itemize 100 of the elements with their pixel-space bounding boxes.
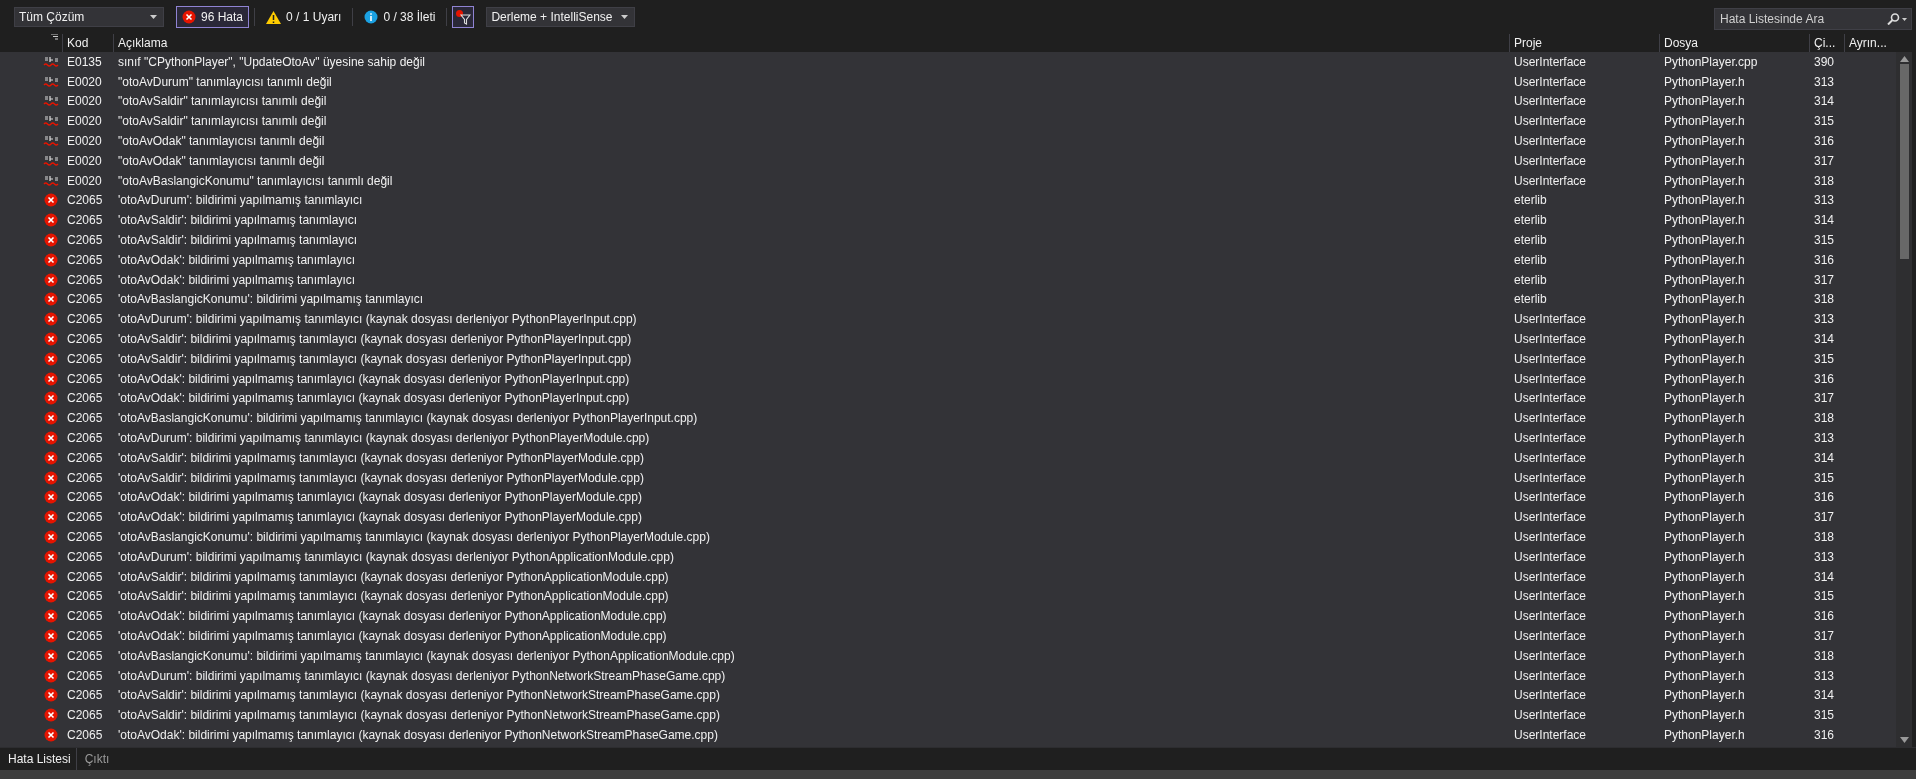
project-cell-text: UserInterface [1513, 312, 1588, 327]
error-description: 'otoAvBaslangicKonumu': bildirimi yapılmamış tanımlayıcı (kaynak dosyası derleniyor PythonPlayerModule.cpp) [117, 530, 711, 544]
file-cell-text: PythonPlayer.h [1663, 252, 1746, 267]
file-cell-text: PythonPlayer.h [1663, 391, 1746, 406]
file-cell-text: PythonPlayer.h [1663, 609, 1746, 624]
error-code: C2065 [66, 688, 104, 703]
project-cell-text: UserInterface [1513, 450, 1588, 465]
error-description: 'otoAvSaldir': bildirimi yapılmamış tanımlayıcı (kaynak dosyası derleniyor PythonApplicationModule.cpp) [117, 569, 670, 584]
error-code: C2065 [66, 708, 104, 723]
intellisense-icon [43, 95, 59, 108]
error-description: 'otoAvOdak': bildirimi yapılmamış tanımlayıcı [117, 272, 357, 287]
line-cell-text: 313 [1813, 193, 1836, 208]
error-icon [44, 252, 58, 267]
error-icon [44, 371, 58, 386]
error-code: C2065 [66, 549, 104, 564]
line-cell-text: 316 [1813, 252, 1836, 267]
intellisense-icon [43, 55, 59, 68]
project-cell-text: UserInterface [1513, 490, 1588, 505]
project-cell-text: UserInterface [1513, 153, 1588, 168]
project-cell-text: UserInterface [1513, 332, 1588, 347]
error-description: 'otoAvSaldir': bildirimi yapılmamış tanımlayıcı (kaynak dosyası derleniyor PythonApplicationModule.cpp) [117, 589, 670, 604]
line-cell-text: 313 [1813, 74, 1836, 89]
error-icon [44, 629, 58, 643]
file-cell-text: PythonPlayer.h [1663, 708, 1746, 723]
line-cell-text: 318 [1813, 530, 1836, 544]
file-cell-text: PythonPlayer.h [1663, 74, 1746, 89]
error-code: C2065 [66, 213, 104, 228]
line-cell-text: 317 [1813, 153, 1836, 168]
file-cell-text: PythonPlayer.h [1663, 431, 1746, 446]
error-description: 'otoAvSaldir': bildirimi yapılmamış tanımlayıcı (kaynak dosyası derleniyor PythonPlayerInput.cpp) [117, 332, 633, 347]
search-field[interactable]: Hata Listesinde Ara [1714, 8, 1912, 30]
error-icon [44, 193, 58, 208]
file-cell-text: PythonPlayer.h [1663, 351, 1746, 366]
error-description: 'otoAvSaldir': bildirimi yapılmamış tanımlayıcı (kaynak dosyası derleniyor PythonNetworkStreamPhaseGame.cpp) [117, 688, 721, 703]
build-source-dropdown[interactable]: Derleme + IntelliSense [486, 7, 636, 27]
scroll-down-icon[interactable] [1899, 737, 1909, 743]
error-icon [44, 708, 58, 723]
warning-icon [266, 10, 282, 24]
errors-filter-button[interactable]: 96 Hata [176, 6, 250, 28]
error-description: "otoAvDurum" tanımlayıcısı tanımlı değil [117, 74, 333, 89]
line-cell-text: 315 [1813, 233, 1836, 248]
intellisense-icon [43, 115, 59, 128]
column-options-icon[interactable] [51, 34, 58, 41]
error-code: E0020 [66, 94, 103, 109]
error-icon [44, 312, 58, 327]
project-cell-text: UserInterface [1513, 371, 1588, 386]
error-code: C2065 [66, 272, 104, 287]
filter-toggle-button[interactable] [452, 6, 475, 28]
scroll-up-icon[interactable] [1899, 56, 1909, 62]
file-cell-text: PythonPlayer.h [1663, 490, 1746, 505]
line-cell-text: 313 [1813, 431, 1836, 446]
error-code: C2065 [66, 450, 104, 465]
line-cell-text: 318 [1813, 292, 1836, 307]
error-icon [44, 530, 58, 544]
error-description: 'otoAvOdak': bildirimi yapılmamış tanımlayıcı (kaynak dosyası derleniyor PythonPlayerInput.cpp) [117, 371, 631, 386]
error-code: E0135 [66, 54, 103, 69]
error-icon [44, 292, 58, 307]
file-cell-text: PythonPlayer.h [1663, 450, 1746, 465]
project-cell-text: UserInterface [1513, 351, 1588, 366]
project-cell-text: eterlib [1513, 272, 1548, 287]
error-description: 'otoAvDurum': bildirimi yapılmamış tanımlayıcı [117, 193, 364, 208]
scrollbar-thumb[interactable] [1899, 64, 1909, 259]
project-cell-text: UserInterface [1513, 74, 1588, 89]
project-cell-text: eterlib [1513, 233, 1548, 248]
intellisense-icon [43, 154, 59, 167]
messages-filter-button[interactable]: 0 / 38 İleti [358, 6, 442, 28]
error-icon [182, 10, 196, 24]
line-cell-text: 316 [1813, 371, 1836, 386]
line-cell-text: 318 [1813, 173, 1836, 188]
project-cell-text: UserInterface [1513, 173, 1588, 188]
error-description: 'otoAvDurum': bildirimi yapılmamış tanımlayıcı (kaynak dosyası derleniyor PythonNetworkStreamPhaseGame.cpp) [117, 668, 727, 683]
error-description: 'otoAvDurum': bildirimi yapılmamış tanımlayıcı (kaynak dosyası derleniyor PythonPlayerInput.cpp) [117, 312, 638, 327]
panel-tab[interactable]: Çıktı [76, 748, 115, 770]
error-description: 'otoAvOdak': bildirimi yapılmamış tanımlayıcı (kaynak dosyası derleniyor PythonPlayerModule.cpp) [117, 510, 643, 525]
project-cell-text: UserInterface [1513, 629, 1588, 643]
error-code: C2065 [66, 648, 104, 663]
error-icon [44, 411, 58, 426]
line-cell-text: 318 [1813, 648, 1836, 663]
error-code: C2065 [66, 490, 104, 505]
file-cell-text: PythonPlayer.h [1663, 688, 1746, 703]
error-code: E0020 [66, 134, 103, 149]
project-cell-text: UserInterface [1513, 668, 1588, 683]
error-code: C2065 [66, 431, 104, 446]
error-code: C2065 [66, 351, 104, 366]
file-cell-text: PythonPlayer.h [1663, 371, 1746, 386]
project-cell-text: UserInterface [1513, 648, 1588, 663]
error-description: 'otoAvBaslangicKonumu': bildirimi yapılmamış tanımlayıcı (kaynak dosyası derleniyor PythonPlayerInput.cpp) [117, 411, 699, 426]
project-cell-text: eterlib [1513, 252, 1548, 267]
error-description: "otoAvOdak" tanımlayıcısı tanımlı değil [117, 153, 326, 168]
error-code: C2065 [66, 530, 104, 544]
error-code: C2065 [66, 312, 104, 327]
line-cell-text: 313 [1813, 312, 1836, 327]
error-description: 'otoAvOdak': bildirimi yapılmamış tanımlayıcı (kaynak dosyası derleniyor PythonApplicationModule.cpp) [117, 629, 668, 643]
scrollbar[interactable] [1896, 52, 1912, 747]
error-description: 'otoAvOdak': bildirimi yapılmamış tanımlayıcı (kaynak dosyası derleniyor PythonApplicationModule.cpp) [117, 609, 668, 624]
scope-dropdown[interactable]: Tüm Çözüm [14, 7, 164, 27]
project-cell-text: UserInterface [1513, 549, 1588, 564]
error-icon [44, 589, 58, 604]
warnings-filter-button[interactable]: 0 / 1 Uyarı [260, 6, 348, 28]
error-description: 'otoAvOdak': bildirimi yapılmamış tanımlayıcı [117, 252, 357, 267]
